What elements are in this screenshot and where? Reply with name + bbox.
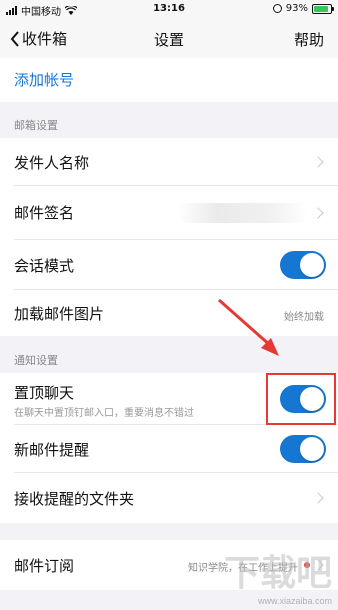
status-right: 93%	[272, 3, 334, 14]
toggle-knob	[300, 253, 324, 277]
alert-folders-label: 接收提醒的文件夹	[14, 490, 135, 508]
nav-bar: 收件箱 设置 帮助	[0, 20, 338, 58]
signature-label: 邮件签名	[14, 204, 75, 222]
chevron-right-icon	[312, 492, 324, 504]
chevron-right-icon	[312, 156, 324, 168]
rotation-lock-icon	[272, 4, 282, 13]
signature-row[interactable]: 邮件签名	[0, 186, 338, 240]
battery-icon	[312, 3, 334, 14]
load-images-row[interactable]: 加载邮件图片 始终加载	[0, 290, 338, 336]
annotation-arrow-icon	[218, 298, 279, 356]
conversation-mode-label: 会话模式	[14, 257, 75, 275]
highlight-box	[266, 373, 336, 425]
conversation-mode-row: 会话模式	[0, 240, 338, 290]
notify-section-header: 通知设置	[14, 354, 58, 367]
load-images-value: 始终加载	[284, 312, 324, 323]
conversation-mode-toggle[interactable]	[280, 251, 326, 279]
add-account-row[interactable]: 添加帐号	[0, 58, 338, 102]
new-mail-alert-toggle[interactable]	[280, 435, 326, 463]
pin-chat-description: 在聊天中置顶钉邮入口，重要消息不错过	[14, 408, 194, 419]
new-mail-alert-row: 新邮件提醒	[0, 425, 338, 473]
sender-name-row[interactable]: 发件人名称	[0, 138, 338, 186]
alert-folders-row[interactable]: 接收提醒的文件夹	[0, 473, 338, 523]
signature-value-blurred	[178, 203, 308, 223]
help-button[interactable]: 帮助	[294, 29, 324, 50]
load-images-label: 加载邮件图片	[14, 305, 105, 323]
pin-chat-label: 置顶聊天	[14, 384, 75, 402]
page-title: 设置	[153, 31, 184, 49]
status-bar: 中国移动 13:16 93%	[0, 0, 338, 20]
add-account-label: 添加帐号	[14, 71, 75, 89]
mailbox-section-header: 邮箱设置	[14, 119, 58, 132]
toggle-knob	[300, 437, 324, 461]
chevron-right-icon	[312, 207, 324, 219]
new-mail-alert-label: 新邮件提醒	[14, 441, 90, 459]
sender-name-label: 发件人名称	[14, 154, 90, 172]
battery-percent: 93%	[285, 3, 308, 14]
subscription-label: 邮件订阅	[14, 557, 75, 575]
watermark-text: www.xiazaiba.com	[257, 596, 332, 606]
watermark-logo: 下载吧	[223, 553, 332, 594]
